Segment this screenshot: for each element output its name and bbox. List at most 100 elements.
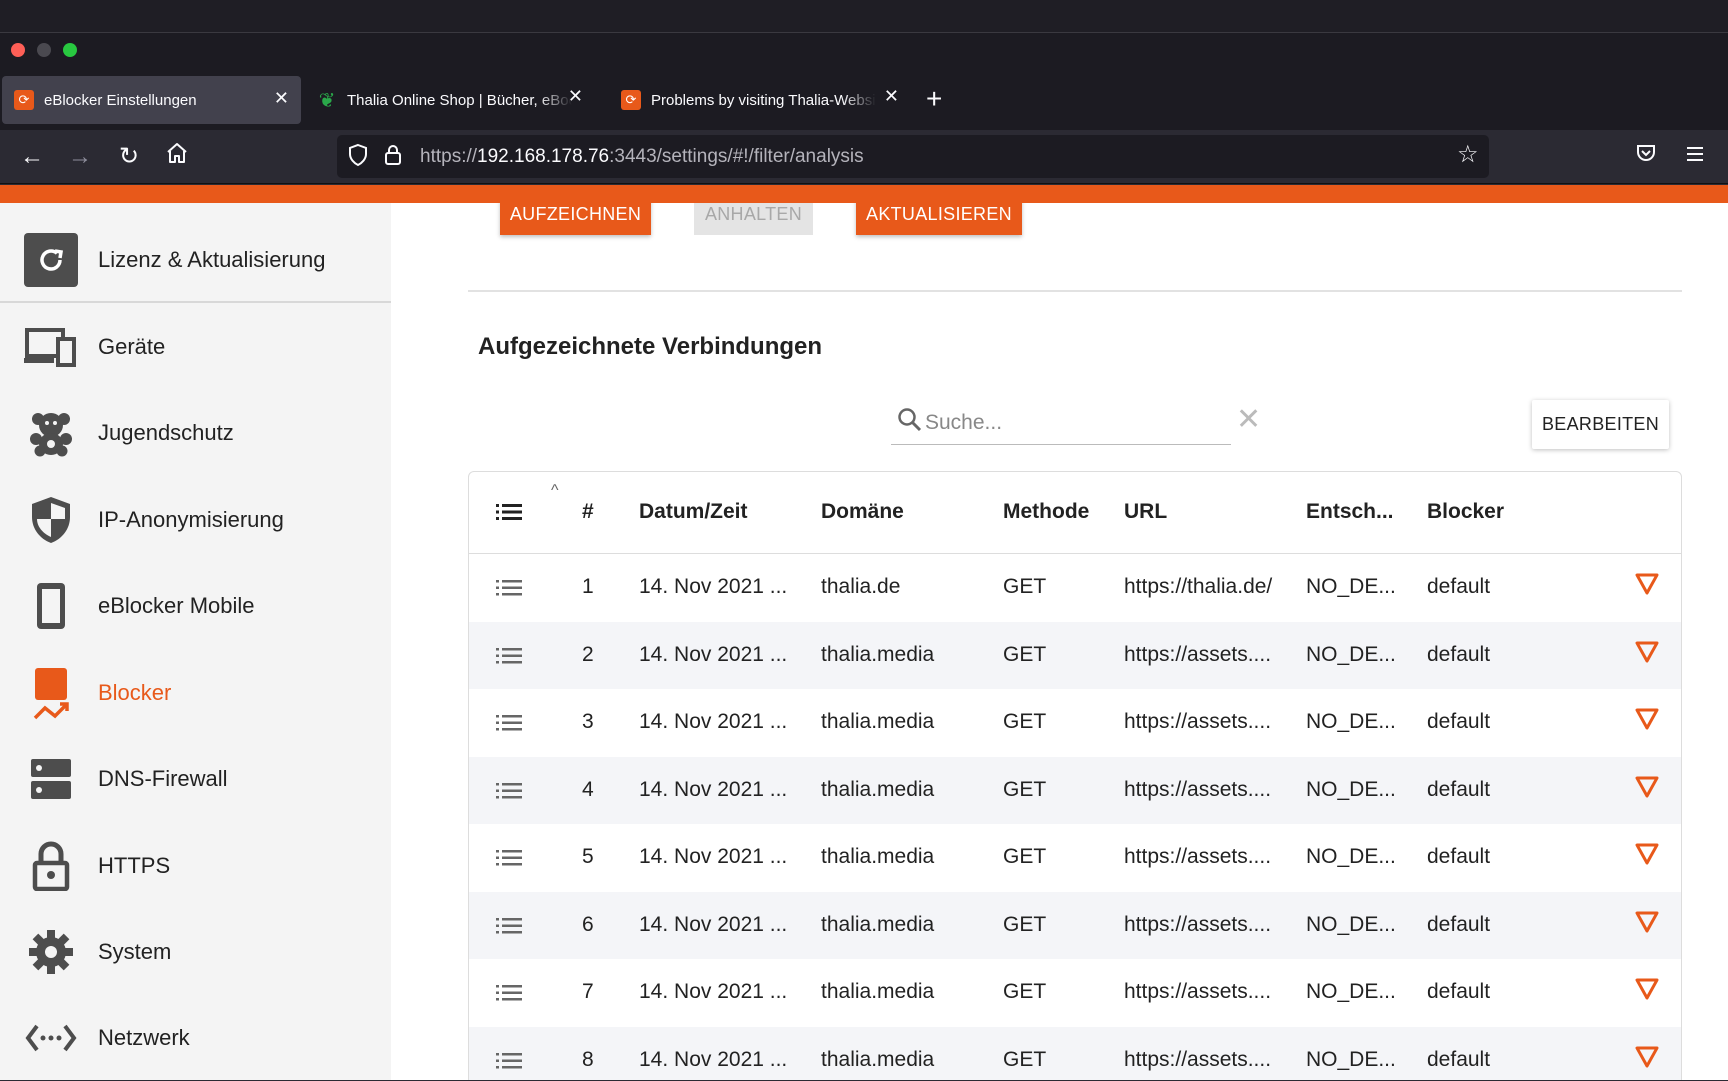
- sidebar-item-devices[interactable]: Geräte: [0, 304, 391, 390]
- table-row[interactable]: 5 14. Nov 2021 ... thalia.media GET https://…: [469, 824, 1681, 891]
- sidebar-item-label: Lizenz & Aktualisierung: [98, 247, 326, 272]
- pocket-icon[interactable]: [1631, 142, 1661, 172]
- sidebar-item-system[interactable]: System: [0, 909, 391, 995]
- filter-icon[interactable]: [1634, 707, 1660, 736]
- close-window-button[interactable]: [11, 43, 25, 57]
- tab-thalia-problems[interactable]: ⟳ Problems by visiting Thalia-Website ✕: [609, 76, 909, 124]
- close-tab-icon[interactable]: ✕: [568, 86, 583, 107]
- sidebar-item-dns-firewall[interactable]: DNS-Firewall: [0, 736, 391, 822]
- cell-url: https://assets....: [1124, 710, 1272, 733]
- sidebar-item-label: Blocker: [98, 680, 172, 705]
- eblocker-favicon-icon: ⟳: [621, 90, 641, 110]
- row-details-icon[interactable]: [496, 647, 522, 669]
- sidebar-item-network[interactable]: Netzwerk: [0, 995, 391, 1081]
- sidebar-item-https[interactable]: HTTPS: [0, 823, 391, 909]
- stop-button[interactable]: ANHALTEN: [694, 203, 813, 235]
- filter-icon[interactable]: [1634, 910, 1660, 939]
- main-content: AUFZEICHNEN ANHALTEN AKTUALISIEREN Aufge…: [391, 203, 1728, 1080]
- cell-domain: thalia.media: [821, 845, 935, 868]
- refresh-icon: [24, 233, 78, 287]
- cell-method: GET: [1003, 575, 1047, 598]
- table-row[interactable]: 2 14. Nov 2021 ... thalia.media GET https://…: [469, 621, 1681, 689]
- header-datetime[interactable]: Datum/Zeit: [639, 500, 748, 524]
- address-bar[interactable]: https://192.168.178.76:3443/settings/#!/…: [337, 135, 1489, 178]
- cell-domain: thalia.media: [821, 1047, 935, 1071]
- lock-icon: [24, 839, 78, 893]
- section-title: Aufgezeichnete Verbindungen: [478, 333, 823, 360]
- tracking-shield-icon[interactable]: [347, 143, 369, 173]
- filter-icon[interactable]: [1634, 977, 1660, 1006]
- url-text[interactable]: https://192.168.178.76:3443/settings/#!/…: [420, 146, 864, 168]
- header-domain[interactable]: Domäne: [821, 500, 904, 524]
- sidebar-item-eblocker-mobile[interactable]: eBlocker Mobile: [0, 563, 391, 649]
- row-details-icon[interactable]: [496, 917, 522, 939]
- home-icon[interactable]: [162, 141, 192, 173]
- cell-blocker: default: [1427, 777, 1491, 801]
- header-url[interactable]: URL: [1124, 500, 1167, 524]
- cell-url: https://assets....: [1124, 777, 1272, 801]
- row-details-icon[interactable]: [496, 580, 522, 601]
- table-row[interactable]: 3 14. Nov 2021 ... thalia.media GET https://…: [469, 689, 1681, 756]
- row-details-icon[interactable]: [496, 985, 522, 1006]
- filter-icon[interactable]: [1634, 640, 1660, 669]
- table-row[interactable]: 1 14. Nov 2021 ... thalia.de GET https://tha…: [469, 554, 1681, 621]
- bookmark-star-icon[interactable]: ☆: [1457, 140, 1479, 169]
- table-row[interactable]: 6 14. Nov 2021 ... thalia.media GET https://…: [469, 891, 1681, 959]
- sidebar-item-ip-anonymization[interactable]: IP-Anonymisierung: [0, 477, 391, 563]
- cell-url: https://assets....: [1124, 980, 1272, 1003]
- table-row[interactable]: 4 14. Nov 2021 ... thalia.media GET https://…: [469, 756, 1681, 824]
- cell-url: https://thalia.de/: [1124, 575, 1273, 598]
- tab-eblocker-settings[interactable]: ⟳ eBlocker Einstellungen ✕: [2, 76, 301, 124]
- cell-datetime: 14. Nov 2021 ...: [639, 575, 788, 598]
- cell-number: 2: [582, 642, 594, 666]
- sidebar-item-blocker[interactable]: Blocker: [0, 650, 391, 736]
- header-blocker[interactable]: Blocker: [1427, 500, 1504, 524]
- header-number[interactable]: #: [582, 500, 594, 524]
- os-menu-bar: [0, 0, 1728, 33]
- sidebar-item-label: System: [98, 939, 172, 964]
- table-row[interactable]: 7 14. Nov 2021 ... thalia.media GET https://…: [469, 959, 1681, 1026]
- filter-icon[interactable]: [1634, 1045, 1660, 1074]
- header-method[interactable]: Methode: [1003, 500, 1089, 524]
- url-host: 192.168.178.76: [477, 146, 610, 167]
- sort-ascending-icon[interactable]: ^: [551, 482, 559, 500]
- filter-icon[interactable]: [1634, 572, 1660, 601]
- sidebar-item-parental-control[interactable]: Jugendschutz: [0, 390, 391, 476]
- refresh-button[interactable]: AKTUALISIEREN: [856, 203, 1022, 235]
- filter-icon[interactable]: [1634, 775, 1660, 804]
- cell-number: 4: [582, 777, 594, 801]
- tab-thalia-shop[interactable]: ❦ Thalia Online Shop | Bücher, eBooks ✕: [305, 76, 595, 124]
- cell-domain: thalia.de: [821, 575, 901, 598]
- cell-url: https://assets....: [1124, 642, 1272, 666]
- minimize-window-button[interactable]: [37, 43, 51, 57]
- new-tab-plus-icon[interactable]: +: [926, 84, 942, 114]
- column-menu-icon[interactable]: [496, 504, 522, 525]
- teddy-bear-icon: [24, 406, 78, 460]
- row-details-icon[interactable]: [496, 1052, 522, 1074]
- lock-icon[interactable]: [383, 143, 403, 173]
- cell-blocker: default: [1427, 1047, 1491, 1071]
- header-decision[interactable]: Entsch...: [1306, 500, 1394, 524]
- search-input[interactable]: Suche...: [891, 401, 1231, 445]
- filter-icon[interactable]: [1634, 842, 1660, 871]
- clear-search-icon[interactable]: ✕: [1236, 405, 1261, 435]
- row-details-icon[interactable]: [496, 782, 522, 804]
- sidebar-item-license[interactable]: Lizenz & Aktualisierung: [0, 217, 391, 303]
- close-tab-icon[interactable]: ✕: [274, 88, 289, 109]
- table-row[interactable]: 8 14. Nov 2021 ... thalia.media GET https://…: [469, 1026, 1681, 1080]
- back-arrow-icon[interactable]: ←: [17, 142, 47, 172]
- reload-icon[interactable]: ↻: [114, 142, 144, 172]
- record-button[interactable]: AUFZEICHNEN: [500, 203, 651, 235]
- edit-button[interactable]: BEARBEITEN: [1532, 400, 1669, 449]
- app-menu-icon[interactable]: [1680, 142, 1710, 172]
- header-accent-bar: [0, 185, 1728, 203]
- cell-method: GET: [1003, 980, 1047, 1003]
- maximize-window-button[interactable]: [63, 43, 77, 57]
- sidebar-item-label: eBlocker Mobile: [98, 593, 255, 618]
- row-details-icon[interactable]: [496, 715, 522, 736]
- close-tab-icon[interactable]: ✕: [884, 86, 899, 107]
- cell-blocker: default: [1427, 980, 1491, 1003]
- row-details-icon[interactable]: [496, 850, 522, 871]
- cell-decision: NO_DE...: [1306, 980, 1396, 1003]
- forward-arrow-icon[interactable]: →: [65, 142, 95, 172]
